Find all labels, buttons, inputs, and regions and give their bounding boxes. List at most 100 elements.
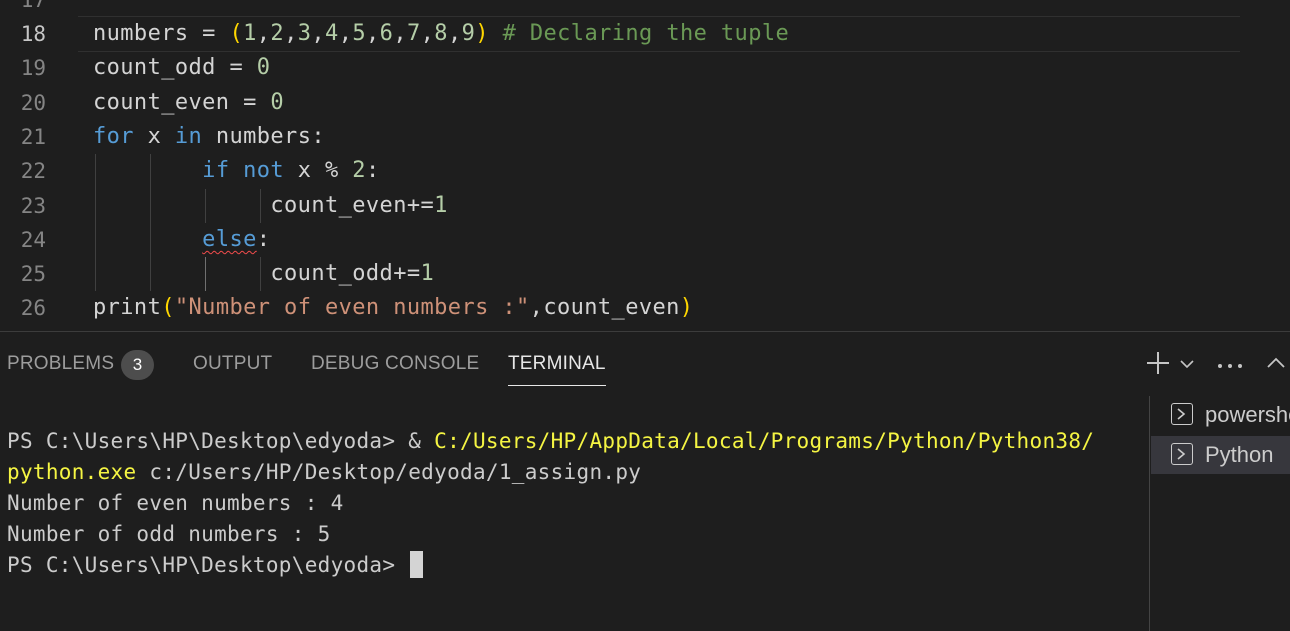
- code-token: ,: [338, 21, 353, 46]
- indent-guide: [150, 154, 151, 292]
- editor-line: 25 count_odd+=1: [0, 257, 1290, 291]
- code-token: 1: [420, 261, 435, 287]
- terminal-icon: [1171, 443, 1193, 465]
- code-text[interactable]: count_even = 0: [93, 86, 284, 120]
- code-token: ,: [420, 21, 435, 46]
- code-text[interactable]: for x in numbers:: [93, 120, 325, 154]
- code-token: 2: [352, 158, 366, 184]
- code-token: :: [256, 226, 271, 252]
- code-token: numbers:: [202, 123, 325, 149]
- terminal-output-line: Number of odd numbers : 5: [7, 522, 331, 546]
- code-token: # Declaring the tuple: [502, 21, 790, 46]
- code-token: :: [365, 158, 380, 184]
- code-token: else: [202, 226, 257, 252]
- code-token: "Number of even numbers :": [174, 295, 530, 321]
- editor-line: 23 count_even+=1: [0, 189, 1290, 223]
- code-text[interactable]: print("Number of even numbers :",count_e…: [93, 291, 693, 325]
- terminal-python-exe: python.exe: [7, 460, 137, 484]
- indent-guide: [205, 257, 206, 292]
- indent-guide: [260, 257, 261, 292]
- code-token: 1: [243, 21, 257, 46]
- line-number: 17: [20, 0, 46, 12]
- indent-guide: [260, 188, 261, 223]
- line-number: 24: [20, 227, 46, 252]
- code-text[interactable]: count_odd+=1: [93, 257, 434, 291]
- terminal-prompt: PS C:\Users\HP\Desktop\edyoda>: [7, 553, 409, 577]
- editor-line: 26 print("Number of even numbers :",count…: [0, 291, 1290, 325]
- chevron-up-icon: [1267, 357, 1285, 368]
- tab-problems[interactable]: PROBLEMS: [7, 332, 114, 396]
- code-token: numbers =: [93, 21, 230, 46]
- code-token: 3: [297, 21, 312, 46]
- line-number: 20: [20, 90, 46, 115]
- code-token: count_even+=: [93, 192, 435, 218]
- line-number: 21: [20, 124, 46, 149]
- code-text[interactable]: count_odd = 0: [93, 51, 270, 85]
- problems-count-badge: 3: [121, 350, 154, 380]
- code-token: 8: [434, 21, 448, 46]
- terminal-instance-label: powershell: [1205, 402, 1290, 427]
- line-number: 22: [20, 159, 46, 184]
- more-actions-button[interactable]: [1214, 346, 1246, 380]
- editor-line: 21 for x in numbers:: [0, 120, 1290, 154]
- terminal-script-path: c:/Users/HP/Desktop/edyoda/1_assign.py: [136, 460, 642, 484]
- code-token: count_odd+=: [93, 261, 421, 287]
- code-token: ,: [256, 21, 271, 46]
- editor-line: 24 else:: [0, 223, 1290, 257]
- panel-tabs: PROBLEMS 3 OUTPUT DEBUG CONSOLE TERMINAL: [0, 332, 1140, 396]
- tab-debug-console[interactable]: DEBUG CONSOLE: [311, 332, 479, 396]
- terminal-icon: [1171, 403, 1193, 425]
- code-token: 0: [256, 55, 271, 81]
- code-token: count_odd =: [93, 55, 257, 81]
- terminal-output-line: Number of even numbers : 4: [7, 491, 344, 515]
- bottom-panel: PROBLEMS 3 OUTPUT DEBUG CONSOLE TERMINAL…: [0, 331, 1290, 631]
- terminal-dropdown-button[interactable]: [1172, 346, 1202, 380]
- terminal-python-path: C:/Users/HP/AppData/Local/Programs/Pytho…: [434, 429, 1095, 453]
- terminal-instance-list: powershell Python: [1149, 396, 1290, 631]
- indent-guide: [95, 154, 96, 292]
- code-token: not: [243, 158, 285, 184]
- line-number: 23: [20, 193, 46, 218]
- tab-output[interactable]: OUTPUT: [193, 332, 272, 396]
- tab-terminal[interactable]: TERMINAL: [508, 332, 606, 396]
- terminal-output[interactable]: PS C:\Users\HP\Desktop\edyoda> & C:/User…: [7, 426, 1094, 581]
- line-number: 25: [20, 262, 46, 287]
- editor-line: 22 if not x % 2:: [0, 154, 1290, 188]
- terminal-prompt: PS C:\Users\HP\Desktop\edyoda> &: [7, 429, 435, 453]
- code-token: ,: [311, 21, 326, 46]
- code-token: count_even =: [93, 89, 271, 115]
- code-token: 6: [379, 21, 394, 46]
- code-text[interactable]: numbers = (1,2,3,4,5,6,7,8,9) # Declarin…: [93, 17, 789, 51]
- code-token: (: [161, 295, 175, 321]
- code-editor[interactable]: 17 18 numbers = (1,2,3,4,5,6,7,8,9) # Dec…: [0, 0, 1290, 330]
- terminal-instance-python[interactable]: Python: [1151, 436, 1290, 474]
- line-number: 19: [20, 56, 46, 81]
- line-number: 18: [20, 22, 46, 46]
- code-token: if: [202, 158, 230, 184]
- plus-icon: [1147, 352, 1169, 374]
- code-text[interactable]: if not x % 2:: [93, 154, 380, 188]
- terminal-instance-label: Python: [1205, 442, 1274, 467]
- terminal-instance-powershell[interactable]: powershell: [1151, 396, 1290, 434]
- new-terminal-button[interactable]: [1142, 346, 1174, 380]
- code-token: 9: [461, 21, 476, 46]
- indent-guide: [205, 188, 206, 223]
- code-text[interactable]: else:: [93, 223, 270, 257]
- code-token: x %: [284, 158, 353, 184]
- code-token: ): [679, 295, 694, 321]
- maximize-panel-button[interactable]: [1262, 346, 1290, 380]
- code-token: ,count_even: [529, 295, 680, 321]
- code-token: 1: [434, 192, 448, 218]
- code-text[interactable]: count_even+=1: [93, 189, 448, 223]
- code-token: print: [93, 295, 162, 321]
- code-token: 7: [406, 21, 421, 46]
- code-token: for: [93, 123, 134, 149]
- code-token: 5: [352, 21, 367, 46]
- code-token: 2: [270, 21, 285, 46]
- editor-line: 18 numbers = (1,2,3,4,5,6,7,8,9) # Declar…: [0, 17, 1290, 51]
- code-token: ,: [284, 21, 298, 46]
- editor-line-17: 17: [0, 0, 1290, 17]
